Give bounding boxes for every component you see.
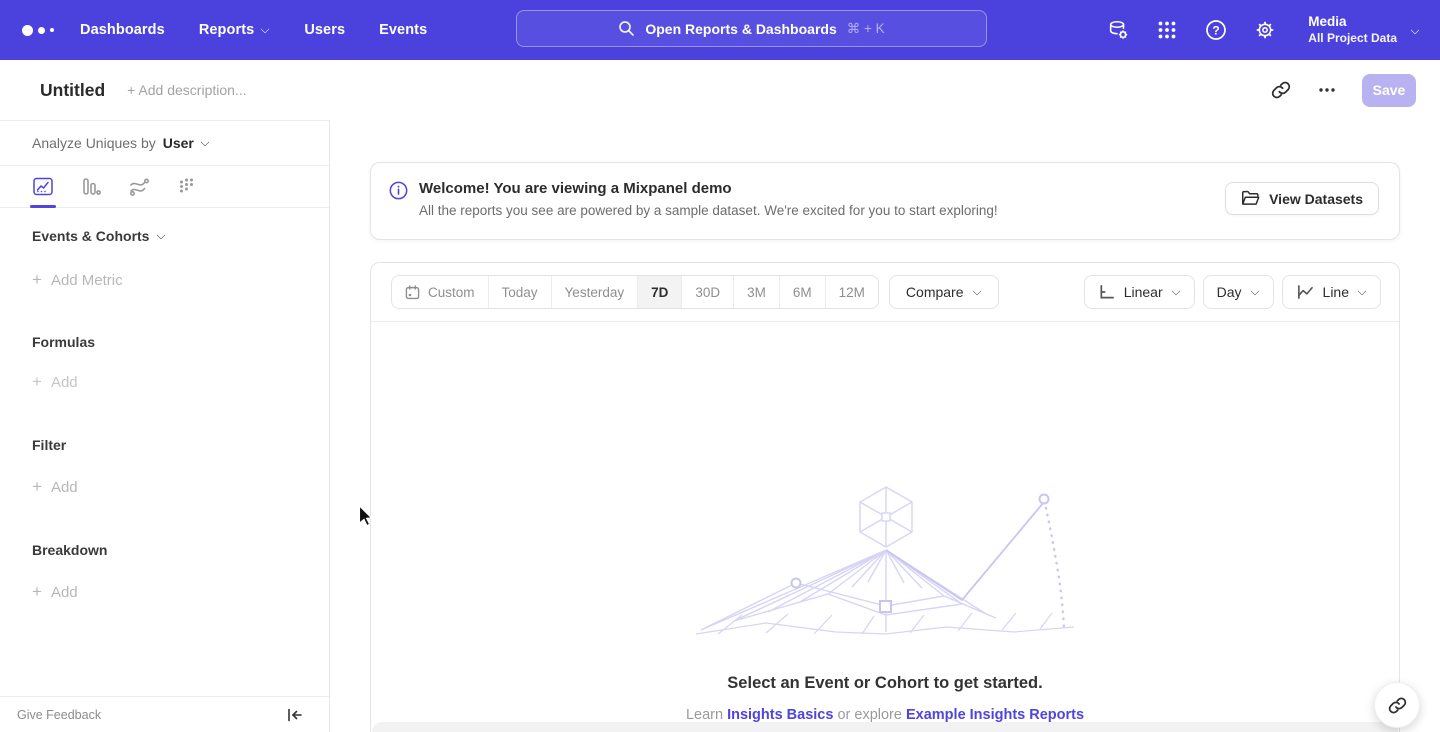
add-breakdown-button[interactable]: +Add — [0, 582, 329, 602]
nav-reports[interactable]: Reports — [199, 22, 271, 38]
search-label: Open Reports & Dashboards — [645, 21, 836, 37]
info-icon — [389, 181, 408, 200]
share-link-fab[interactable] — [1374, 682, 1420, 728]
tab-bar-chart[interactable] — [80, 172, 102, 202]
project-switcher[interactable]: Media All Project Data — [1308, 14, 1420, 46]
chevron-down-icon — [1358, 286, 1367, 295]
chart-type-selector[interactable]: Line — [1282, 275, 1381, 309]
nav-users[interactable]: Users — [304, 22, 345, 38]
empty-state-illustration — [696, 482, 1076, 637]
range-3m[interactable]: 3M — [734, 276, 780, 308]
date-range-control: Custom Today Yesterday 7D 30D 3M 6M 12M — [391, 275, 879, 309]
project-name: Media — [1308, 14, 1397, 31]
search-shortcut: ⌘ + K — [847, 21, 885, 37]
nav-events[interactable]: Events — [379, 22, 427, 38]
scale-selector[interactable]: Linear — [1084, 275, 1195, 309]
chevron-down-icon — [261, 24, 270, 33]
interval-selector[interactable]: Day — [1203, 275, 1274, 309]
analyze-label: Analyze Uniques by — [32, 135, 156, 151]
nav-dashboards[interactable]: Dashboards — [80, 22, 165, 38]
breakdown-section: Breakdown — [0, 542, 329, 558]
range-30d[interactable]: 30D — [682, 276, 734, 308]
filter-section: Filter — [0, 437, 329, 453]
add-filter-button[interactable]: +Add — [0, 477, 329, 497]
search-icon — [618, 20, 635, 37]
collapse-sidebar-icon[interactable] — [287, 708, 303, 722]
range-yesterday[interactable]: Yesterday — [552, 276, 639, 308]
chevron-down-icon — [1251, 286, 1260, 295]
chevron-down-icon — [157, 230, 166, 239]
line-type-icon — [1296, 284, 1314, 300]
project-scope: All Project Data — [1308, 31, 1397, 46]
plus-icon: + — [32, 582, 42, 602]
apps-grid-icon[interactable] — [1155, 18, 1179, 42]
add-formula-button[interactable]: +Add — [0, 372, 329, 392]
data-management-icon[interactable] — [1106, 18, 1130, 42]
report-description-placeholder[interactable]: + Add description... — [127, 82, 246, 98]
global-search[interactable]: Open Reports & Dashboards ⌘ + K — [516, 10, 987, 47]
example-insights-reports-link[interactable]: Example Insights Reports — [906, 707, 1084, 723]
line-chart-icon — [33, 177, 53, 196]
compare-button[interactable]: Compare — [889, 275, 999, 309]
formulas-section: Formulas — [0, 334, 329, 350]
report-header: Untitled + Add description... Save — [0, 60, 1440, 120]
range-7d[interactable]: 7D — [638, 276, 682, 308]
insights-basics-link[interactable]: Insights Basics — [727, 707, 833, 723]
report-card: Custom Today Yesterday 7D 30D 3M 6M 12M … — [370, 262, 1400, 732]
range-12m[interactable]: 12M — [826, 276, 878, 308]
view-datasets-button[interactable]: View Datasets — [1225, 182, 1379, 215]
top-nav: Dashboards Reports Users Events Open Rep… — [0, 0, 1440, 60]
query-builder-sidebar: Analyze Uniques by User Events & Cohorts… — [0, 120, 330, 732]
collapsed-table-strip[interactable] — [372, 722, 1398, 732]
bar-chart-icon — [81, 177, 101, 196]
chevron-down-icon — [973, 286, 982, 295]
empty-state-subtext: Learn Insights Basics or explore Example… — [371, 707, 1399, 723]
scatter-icon — [178, 177, 197, 196]
plus-icon: + — [32, 477, 42, 497]
banner-body: All the reports you see are powered by a… — [419, 203, 998, 218]
empty-chart-area: Select an Event or Cohort to get started… — [371, 322, 1399, 732]
more-options-icon[interactable] — [1316, 79, 1338, 101]
svg-text:?: ? — [1213, 23, 1220, 37]
report-title[interactable]: Untitled — [40, 80, 105, 101]
range-custom[interactable]: Custom — [392, 276, 489, 308]
flow-icon — [129, 177, 150, 196]
link-icon — [1388, 696, 1407, 715]
mixpanel-insights-page: Dashboards Reports Users Events Open Rep… — [0, 0, 1440, 732]
analyze-by-selector[interactable]: User — [163, 135, 210, 151]
empty-state-heading: Select an Event or Cohort to get started… — [371, 674, 1399, 693]
range-6m[interactable]: 6M — [780, 276, 826, 308]
folder-icon — [1241, 190, 1260, 207]
chevron-down-icon — [201, 137, 210, 146]
copy-link-icon[interactable] — [1270, 79, 1292, 101]
tab-flow-chart[interactable] — [128, 172, 150, 202]
visualization-tabs — [0, 166, 329, 208]
tab-scatter-chart[interactable] — [176, 172, 198, 202]
range-today[interactable]: Today — [489, 276, 552, 308]
banner-title: Welcome! You are viewing a Mixpanel demo — [419, 180, 998, 197]
help-icon[interactable]: ? — [1204, 18, 1228, 42]
chart-controls: Custom Today Yesterday 7D 30D 3M 6M 12M … — [371, 263, 1399, 322]
plus-icon: + — [32, 372, 42, 392]
plus-icon: + — [32, 270, 42, 290]
tab-line-chart[interactable] — [32, 172, 54, 202]
add-metric-button[interactable]: +Add Metric — [0, 270, 329, 290]
save-button[interactable]: Save — [1362, 74, 1416, 107]
chevron-down-icon — [1411, 25, 1420, 34]
give-feedback-link[interactable]: Give Feedback — [17, 708, 101, 722]
welcome-banner: Welcome! You are viewing a Mixpanel demo… — [370, 162, 1400, 240]
linear-scale-icon — [1098, 284, 1115, 300]
mixpanel-logo-icon[interactable] — [22, 25, 68, 36]
chevron-down-icon — [1172, 286, 1181, 295]
events-cohorts-section[interactable]: Events & Cohorts — [0, 228, 329, 244]
settings-gear-icon[interactable] — [1253, 18, 1277, 42]
calendar-icon — [405, 285, 420, 300]
